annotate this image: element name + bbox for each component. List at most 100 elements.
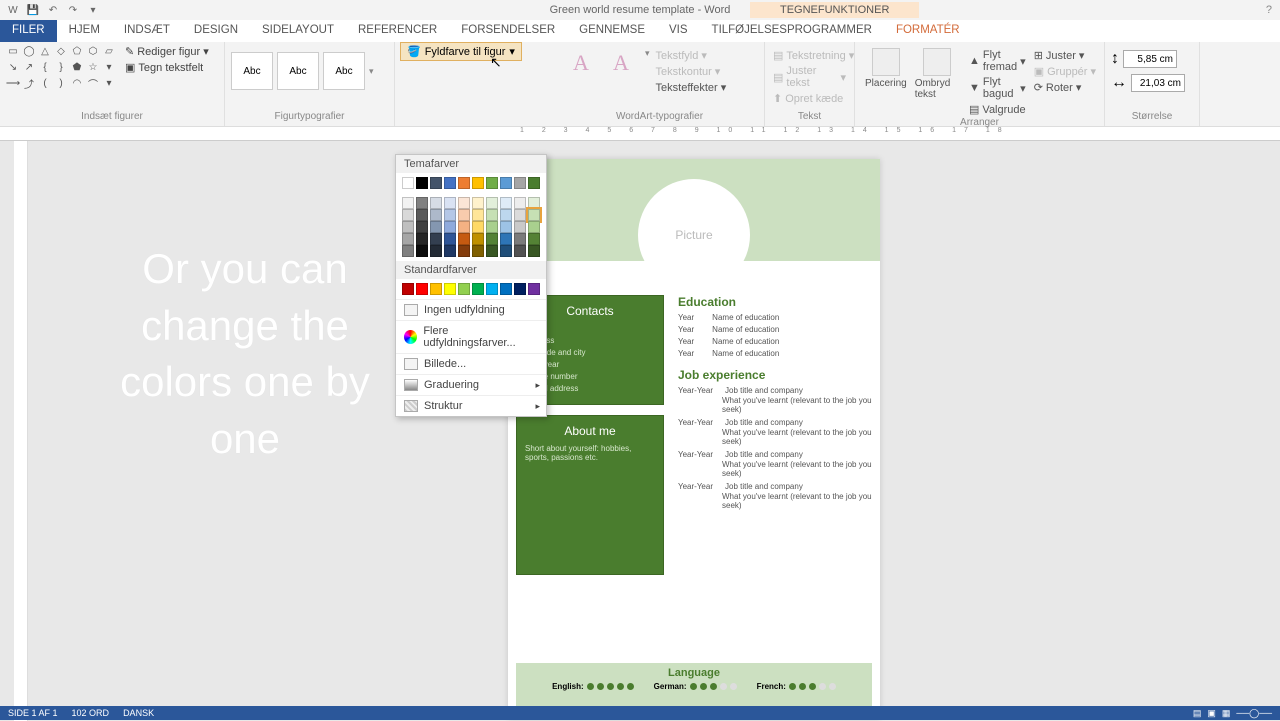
send-backward-button[interactable]: ▼ Flyt bagud ▾: [967, 75, 1028, 101]
color-swatch[interactable]: [444, 245, 456, 257]
customize-qat-icon[interactable]: ▾: [84, 2, 102, 18]
color-swatch[interactable]: [430, 283, 442, 295]
view-web-icon[interactable]: ▦: [1222, 708, 1231, 719]
color-swatch[interactable]: [514, 221, 526, 233]
color-swatch[interactable]: [430, 245, 442, 257]
shapes-gallery[interactable]: ▭◯△◇⬠⬡▱ ↘↗{}⬟☆▾ ⟶⤴()◠⌒▾: [6, 44, 116, 90]
color-swatch[interactable]: [402, 209, 414, 221]
color-swatch[interactable]: [444, 209, 456, 221]
shape-style-3[interactable]: Abc: [323, 52, 365, 90]
color-swatch[interactable]: [458, 233, 470, 245]
color-swatch[interactable]: [402, 283, 414, 295]
text-box-button[interactable]: ▣Tegn tekstfelt: [122, 60, 212, 75]
tab-references[interactable]: REFERENCER: [346, 20, 449, 42]
tab-design[interactable]: DESIGN: [182, 20, 250, 42]
tab-view[interactable]: VIS: [657, 20, 700, 42]
color-swatch[interactable]: [472, 233, 484, 245]
edit-shape-button[interactable]: ✎Rediger figur▾: [122, 44, 212, 59]
color-swatch[interactable]: [514, 209, 526, 221]
color-swatch[interactable]: [528, 245, 540, 257]
color-swatch[interactable]: [514, 245, 526, 257]
texture-fill-item[interactable]: Struktur▸: [396, 395, 546, 416]
color-swatch[interactable]: [486, 245, 498, 257]
picture-placeholder[interactable]: Picture: [638, 179, 750, 291]
color-swatch[interactable]: [416, 245, 428, 257]
color-swatch[interactable]: [444, 233, 456, 245]
color-swatch[interactable]: [416, 209, 428, 221]
group-button[interactable]: ▣ Gruppér ▾: [1032, 64, 1098, 79]
view-read-icon[interactable]: ▣: [1207, 708, 1216, 719]
align-text-button[interactable]: ▤ Juster tekst ▾: [771, 64, 848, 90]
color-swatch[interactable]: [458, 197, 470, 209]
color-swatch[interactable]: [458, 177, 470, 189]
page-indicator[interactable]: SIDE 1 AF 1: [8, 708, 58, 718]
tab-insert[interactable]: INDSÆT: [112, 20, 182, 42]
color-swatch[interactable]: [430, 177, 442, 189]
color-swatch[interactable]: [500, 245, 512, 257]
color-swatch[interactable]: [430, 233, 442, 245]
color-swatch[interactable]: [500, 197, 512, 209]
color-swatch[interactable]: [500, 221, 512, 233]
color-swatch[interactable]: [500, 283, 512, 295]
text-outline-button[interactable]: Tekstkontur ▾: [654, 64, 729, 79]
color-swatch[interactable]: [416, 177, 428, 189]
save-icon[interactable]: 💾: [24, 2, 42, 18]
color-swatch[interactable]: [458, 221, 470, 233]
color-swatch[interactable]: [472, 283, 484, 295]
color-swatch[interactable]: [486, 283, 498, 295]
language-indicator[interactable]: DANSK: [123, 708, 154, 718]
resume-header-shape[interactable]: Picture: [508, 159, 880, 261]
color-swatch[interactable]: [486, 221, 498, 233]
color-swatch[interactable]: [528, 233, 540, 245]
color-swatch[interactable]: [472, 245, 484, 257]
wrap-text-button[interactable]: Ombryd tekst: [911, 44, 963, 117]
color-swatch[interactable]: [528, 197, 540, 209]
position-button[interactable]: Placering: [861, 44, 911, 117]
picture-fill-item[interactable]: Billede...: [396, 353, 546, 374]
color-swatch[interactable]: [402, 221, 414, 233]
color-swatch[interactable]: [472, 197, 484, 209]
color-swatch[interactable]: [528, 221, 540, 233]
color-swatch[interactable]: [430, 197, 442, 209]
color-swatch[interactable]: [416, 221, 428, 233]
shape-fill-button[interactable]: 🪣 Fyldfarve til figur ▾: [400, 42, 522, 61]
color-swatch[interactable]: [416, 233, 428, 245]
tab-pagelayout[interactable]: SIDELAYOUT: [250, 20, 346, 42]
color-swatch[interactable]: [528, 283, 540, 295]
color-swatch[interactable]: [444, 221, 456, 233]
tab-mailings[interactable]: FORSENDELSER: [449, 20, 567, 42]
color-swatch[interactable]: [416, 283, 428, 295]
redo-icon[interactable]: ↷: [64, 2, 82, 18]
color-swatch[interactable]: [458, 283, 470, 295]
no-fill-item[interactable]: Ingen udfyldning: [396, 299, 546, 320]
undo-icon[interactable]: ↶: [44, 2, 62, 18]
shape-style-gallery[interactable]: Abc Abc Abc ▾: [231, 44, 388, 90]
selection-pane-button[interactable]: ▤ Valgrude: [967, 102, 1028, 117]
color-swatch[interactable]: [402, 233, 414, 245]
color-swatch[interactable]: [514, 283, 526, 295]
more-colors-item[interactable]: Flere udfyldningsfarver...: [396, 320, 546, 353]
tab-home[interactable]: HJEM: [57, 20, 112, 42]
color-swatch[interactable]: [402, 177, 414, 189]
align-button[interactable]: ⊞ Juster ▾: [1032, 48, 1098, 63]
color-swatch[interactable]: [514, 177, 526, 189]
vertical-ruler[interactable]: [14, 141, 28, 721]
help-icon[interactable]: ?: [1266, 4, 1272, 16]
color-swatch[interactable]: [402, 245, 414, 257]
color-swatch[interactable]: [458, 209, 470, 221]
tab-format[interactable]: FORMATÉR: [884, 20, 972, 42]
color-swatch[interactable]: [500, 177, 512, 189]
view-print-icon[interactable]: ▤: [1193, 708, 1202, 719]
shape-height-input[interactable]: [1123, 50, 1177, 68]
text-fill-button[interactable]: Tekstfyld ▾: [654, 48, 729, 63]
color-swatch[interactable]: [444, 197, 456, 209]
color-swatch[interactable]: [486, 209, 498, 221]
color-swatch[interactable]: [430, 221, 442, 233]
shape-width-input[interactable]: [1131, 74, 1185, 92]
gradient-fill-item[interactable]: Graduering▸: [396, 374, 546, 395]
wordart-style-2[interactable]: A: [601, 44, 641, 82]
text-direction-button[interactable]: ▤ Tekstretning ▾: [771, 48, 848, 63]
color-swatch[interactable]: [472, 209, 484, 221]
color-swatch[interactable]: [486, 197, 498, 209]
color-swatch[interactable]: [500, 209, 512, 221]
